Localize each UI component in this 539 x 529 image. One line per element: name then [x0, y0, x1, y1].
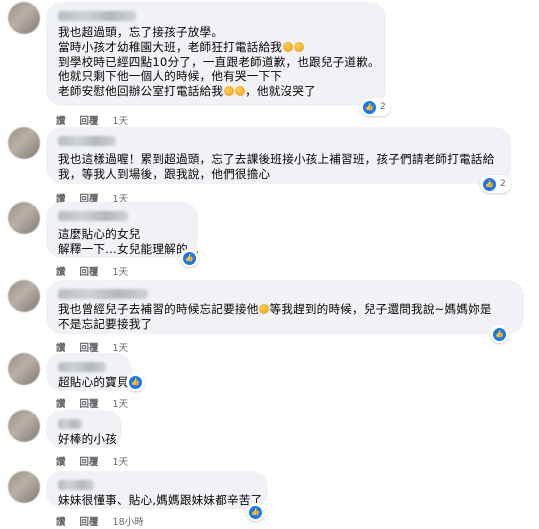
comment-text-line: 解釋一下…女兒能理解的… [58, 241, 200, 256]
laughing-emoji-icon [282, 41, 293, 52]
laughing-emoji-icon [259, 304, 269, 314]
laughing-emoji-icon [223, 86, 234, 97]
comment-bubble: 我也超過頭，忘了接孩子放學。 當時小孩才幼稚園大班，老師狂打電話給我 到學校時已… [46, 2, 386, 106]
like-button[interactable]: 讚 [56, 116, 66, 127]
reaction-summary[interactable]: 👍 [490, 325, 509, 343]
comment-text-line: 不是忘記要接我了 [58, 316, 153, 331]
laughing-emoji-icon [234, 86, 245, 97]
comment-text-line: 老師安慰他回辦公室打電話給我 ，他就沒哭了 [58, 84, 316, 99]
like-button[interactable]: 讚 [56, 457, 66, 468]
like-icon: 👍 [183, 251, 196, 265]
author-name-blurred[interactable] [58, 11, 136, 21]
comment-actions: 讚 回覆 1天 [56, 113, 142, 127]
comment-text-line: 這麼貼心的女兒 [58, 227, 141, 241]
comment-text-line: 妹妹很懂事、貼心,媽媽跟妹妹都辛苦了 [58, 493, 263, 507]
author-name-blurred[interactable] [58, 136, 116, 146]
reply-button[interactable]: 回覆 [80, 457, 99, 468]
reaction-count: 2 [380, 102, 386, 112]
comment-actions: 讚回覆 1天 [56, 340, 142, 354]
avatar[interactable] [8, 127, 40, 159]
comment-actions: 讚 回覆 1天 [56, 396, 142, 410]
reply-button[interactable]: 回覆 [80, 267, 99, 278]
author-name-blurred[interactable] [58, 289, 148, 299]
reaction-summary[interactable]: 👍 2 [480, 175, 511, 193]
reply-button[interactable]: 回覆 [80, 517, 99, 528]
comment-actions: 讚 回覆 1天 [56, 454, 142, 468]
timestamp[interactable]: 18小時 [113, 517, 144, 528]
like-icon: 👍 [483, 177, 496, 191]
like-button[interactable]: 讚 [56, 399, 66, 410]
timestamp[interactable]: 1天 [113, 399, 129, 410]
reply-button[interactable]: 回覆 [80, 116, 99, 127]
reaction-summary[interactable]: 👍 [126, 373, 145, 391]
avatar[interactable] [8, 471, 40, 503]
reply-button[interactable]: 回覆 [80, 399, 99, 410]
comment-bubble: 我也這樣過喔！累到超過頭，忘了去課後班接小孩上補習班，孩子們請老師打電話給 我，… [46, 127, 511, 184]
comment-text-line: 我也曾經兒子去補習的時候忘記要接他 等我趕到的時候，兒子還問我說~媽媽妳是 [58, 302, 492, 316]
comment-bubble: 妹妹很懂事、貼心,媽媽跟妹妹都辛苦了 [46, 471, 268, 509]
comment-bubble: 我也曾經兒子去補習的時候忘記要接他 等我趕到的時候，兒子還問我說~媽媽妳是 不是忘… [46, 280, 524, 334]
author-name-blurred[interactable] [58, 211, 128, 221]
comment-text-line: 我也這樣過喔！累到超過頭，忘了去課後班接小孩上補習班，孩子們請老師打電話給 [58, 152, 495, 166]
reaction-count: 2 [500, 179, 506, 189]
timestamp[interactable]: 1天 [113, 267, 129, 278]
reaction-summary[interactable]: 👍 [246, 503, 265, 521]
like-icon: 👍 [493, 327, 506, 341]
avatar[interactable] [8, 202, 40, 234]
comment-text-line: 我，等我人到場後，跟我說，他們很擔心 [58, 166, 271, 181]
comment-text-line: 我也超過頭，忘了接孩子放學。 [58, 25, 224, 39]
comment-text-line: 他就只剩下他一個人的時候，他有哭一下下 [58, 69, 283, 84]
comment-actions: 讚 回覆 1天 [56, 264, 142, 278]
comment-text-line: 當時小孩才幼稚園大班，老師狂打電話給我 [58, 40, 374, 55]
comment-bubble: 超貼心的寶貝 [46, 353, 132, 391]
reaction-summary[interactable]: 👍 2 [360, 98, 391, 116]
avatar[interactable] [8, 353, 40, 385]
author-name-blurred[interactable] [58, 362, 106, 372]
like-icon: 👍 [363, 100, 376, 114]
laughing-emoji-icon [293, 41, 304, 52]
comment-actions: 讚 回覆 18小時 [56, 514, 158, 528]
like-icon: 👍 [249, 505, 262, 519]
timestamp[interactable]: 1天 [113, 116, 129, 127]
comment-text-line: 好棒的小孩 [58, 432, 117, 446]
comment-bubble: 這麼貼心的女兒 解釋一下…女兒能理解的… [46, 202, 200, 258]
avatar[interactable] [8, 410, 40, 442]
avatar[interactable] [8, 280, 40, 312]
like-icon: 👍 [129, 375, 142, 389]
like-button[interactable]: 讚 [56, 267, 66, 278]
comment-text-line: 到學校時已經四點10分了，一直跟老師道歉，也跟兒子道歉。 [58, 54, 380, 69]
avatar[interactable] [8, 2, 40, 34]
author-name-blurred[interactable] [58, 419, 82, 429]
comment-text-line: 超貼心的寶貝 [58, 375, 129, 389]
timestamp[interactable]: 1天 [113, 457, 129, 468]
comment-bubble: 好棒的小孩 [46, 410, 122, 448]
author-name-blurred[interactable] [58, 480, 94, 490]
like-button[interactable]: 讚 [56, 517, 66, 528]
reaction-summary[interactable]: 👍 [180, 249, 199, 267]
